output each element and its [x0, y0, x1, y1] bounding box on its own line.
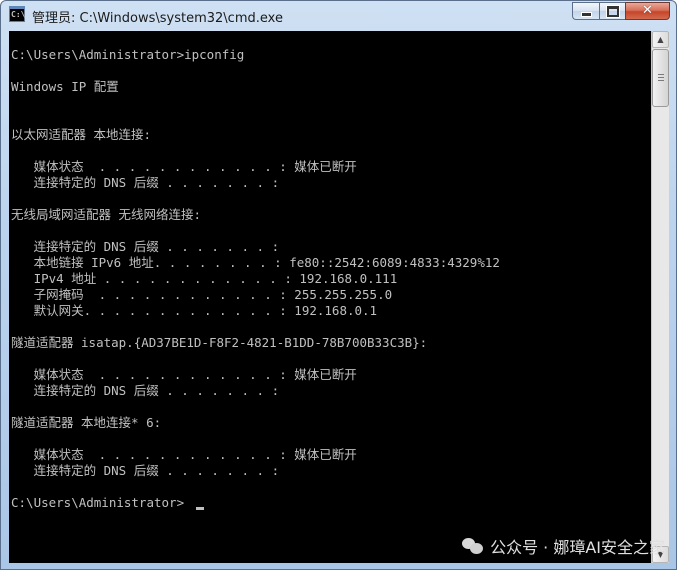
close-button[interactable]: ✕ [625, 2, 670, 20]
console-output[interactable]: C:\Users\Administrator>ipconfig Windows I… [9, 31, 651, 563]
cmd-icon[interactable]: C:\ [9, 6, 25, 22]
scroll-thumb[interactable] [652, 49, 669, 107]
arrow-up-icon: ▲ [657, 35, 664, 44]
maximize-icon [605, 4, 620, 18]
console-line: 连接特定的 DNS 后缀 . . . . . . . : [11, 463, 280, 478]
grip-line [658, 74, 664, 75]
watermark-text: 公众号 · 娜璋AI安全之家 [490, 538, 665, 557]
grip-line [658, 80, 664, 81]
console-line: 子网掩码 . . . . . . . . . . . . : 255.255.2… [11, 287, 393, 302]
close-icon: ✕ [642, 3, 653, 18]
text-cursor [196, 507, 204, 510]
watermark: 公众号 · 娜璋AI安全之家 [462, 534, 665, 558]
console-line: IPv4 地址 . . . . . . . . . . . . : 192.16… [11, 271, 398, 286]
console-line: 隧道适配器 本地连接* 6: [11, 415, 162, 430]
console-line: C:\Users\Administrator>ipconfig [11, 47, 245, 62]
console-line: Windows IP 配置 [11, 79, 119, 94]
console-line: 无线局域网适配器 无线网络连接: [11, 207, 202, 222]
wechat-icon [462, 537, 484, 555]
window-title: 管理员: C:\Windows\system32\cmd.exe [32, 11, 283, 26]
console-line: 媒体状态 . . . . . . . . . . . . : 媒体已断开 [11, 159, 357, 174]
cmd-window: C:\ 管理员: C:\Windows\system32\cmd.exe ✕ C… [0, 0, 677, 570]
console-line: 默认网关. . . . . . . . . . . . . : 192.168.… [11, 303, 378, 318]
vertical-scrollbar[interactable]: ▲ ▼ [651, 31, 669, 563]
title-bar[interactable]: C:\ 管理员: C:\Windows\system32\cmd.exe ✕ [1, 1, 676, 31]
maximize-button[interactable] [599, 2, 625, 20]
scroll-up-button[interactable]: ▲ [652, 31, 669, 48]
console-line: C:\Users\Administrator> [11, 495, 185, 510]
grip-line [658, 77, 664, 78]
console-line: 连接特定的 DNS 后缀 . . . . . . . : [11, 175, 280, 190]
console-line: 连接特定的 DNS 后缀 . . . . . . . : [11, 239, 280, 254]
console-line: 媒体状态 . . . . . . . . . . . . : 媒体已断开 [11, 367, 357, 382]
console-line: 连接特定的 DNS 后缀 . . . . . . . : [11, 383, 280, 398]
console-line: 本地链接 IPv6 地址. . . . . . . . : fe80::2542… [11, 255, 500, 270]
console-line: 以太网适配器 本地连接: [11, 127, 152, 142]
console-line: 媒体状态 . . . . . . . . . . . . : 媒体已断开 [11, 447, 357, 462]
console-line: 隧道适配器 isatap.{AD37BE1D-F8F2-4821-B1DD-78… [11, 335, 428, 350]
minimize-icon [580, 12, 592, 17]
window-controls: ✕ [572, 2, 670, 21]
minimize-button[interactable] [572, 2, 599, 20]
